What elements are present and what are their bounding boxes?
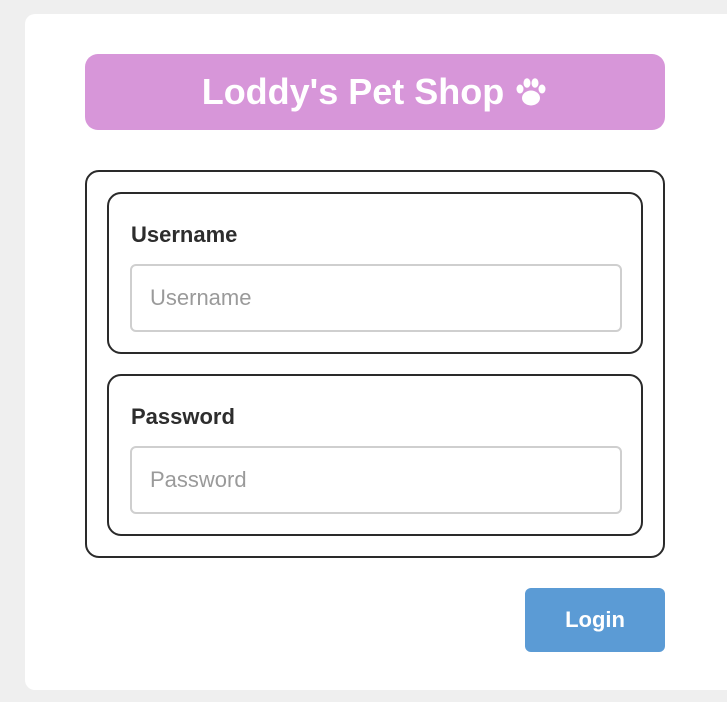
username-input[interactable] [130, 264, 622, 332]
login-card: Loddy's Pet Shop Username Password Login [25, 14, 727, 690]
login-button[interactable]: Login [525, 588, 665, 652]
shop-title: Loddy's Pet Shop [201, 71, 505, 112]
password-label: Password [131, 404, 235, 429]
login-form: Username Password [85, 170, 665, 558]
shop-title-banner: Loddy's Pet Shop [85, 54, 665, 130]
username-label: Username [131, 222, 238, 247]
paw-icon [514, 75, 548, 109]
password-input[interactable] [130, 446, 622, 514]
password-group: Password [107, 374, 643, 536]
username-group: Username [107, 192, 643, 354]
